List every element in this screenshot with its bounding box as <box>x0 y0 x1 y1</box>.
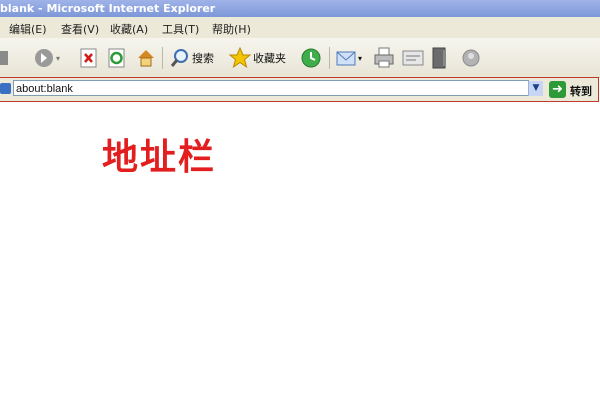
forward-button[interactable]: ▾ <box>34 46 60 70</box>
history-button[interactable] <box>300 46 322 70</box>
home-button[interactable] <box>136 46 156 70</box>
toolbar-separator <box>162 47 163 69</box>
search-button-label: 搜索 <box>192 52 214 65</box>
edit-button[interactable] <box>402 46 424 70</box>
go-button[interactable]: ➜ <box>549 81 566 98</box>
refresh-icon <box>108 48 125 68</box>
home-icon <box>138 50 154 67</box>
go-button-label[interactable]: 转到 <box>570 83 592 99</box>
window-title-bar: blank - Microsoft Internet Explorer <box>0 0 600 17</box>
favorites-icon <box>229 47 251 69</box>
edit-icon <box>402 50 424 66</box>
chevron-down-icon: ▾ <box>358 53 363 63</box>
mail-button[interactable]: ▾ <box>336 46 362 70</box>
search-button[interactable]: 搜索 <box>170 46 214 70</box>
forward-icon <box>35 49 53 67</box>
messenger-button[interactable] <box>460 46 482 70</box>
history-icon <box>301 48 321 68</box>
toolbar-separator <box>329 47 330 69</box>
address-dropdown-button[interactable]: ▼ <box>528 81 543 96</box>
chevron-down-icon: ▼ <box>532 83 540 93</box>
favorites-button[interactable]: 收藏夹 <box>229 46 286 70</box>
stop-button[interactable] <box>80 46 98 70</box>
address-bar: about:blank ▼ ➜ 转到 <box>0 77 599 102</box>
print-icon <box>374 47 394 68</box>
menu-view[interactable]: 查看(V) <box>61 21 99 37</box>
favorites-button-label: 收藏夹 <box>253 52 286 65</box>
search-icon <box>170 49 188 67</box>
messenger-icon <box>462 49 480 67</box>
menu-bar: 编辑(E) 查看(V) 收藏(A) 工具(T) 帮助(H) <box>0 17 600 39</box>
discuss-icon <box>432 47 446 69</box>
chevron-down-icon: ▾ <box>56 53 61 63</box>
print-button[interactable] <box>373 46 395 70</box>
back-icon <box>0 51 8 65</box>
window-title: blank - Microsoft Internet Explorer <box>0 2 216 15</box>
standard-toolbar: ▾ 搜索 收藏夹 ▾ <box>0 38 600 78</box>
menu-edit[interactable]: 编辑(E) <box>9 21 47 37</box>
address-input[interactable]: about:blank <box>13 80 529 96</box>
page-icon <box>0 83 11 94</box>
mail-icon <box>336 51 356 66</box>
go-arrow-icon: ➜ <box>552 82 563 97</box>
address-bar-annotation: 地址栏 <box>102 136 217 178</box>
refresh-button[interactable] <box>108 46 126 70</box>
menu-tools[interactable]: 工具(T) <box>162 21 199 37</box>
back-button[interactable] <box>0 46 10 70</box>
stop-icon <box>80 48 97 68</box>
menu-favorites[interactable]: 收藏(A) <box>110 21 148 37</box>
discuss-button[interactable] <box>431 46 449 70</box>
menu-help[interactable]: 帮助(H) <box>212 21 251 37</box>
